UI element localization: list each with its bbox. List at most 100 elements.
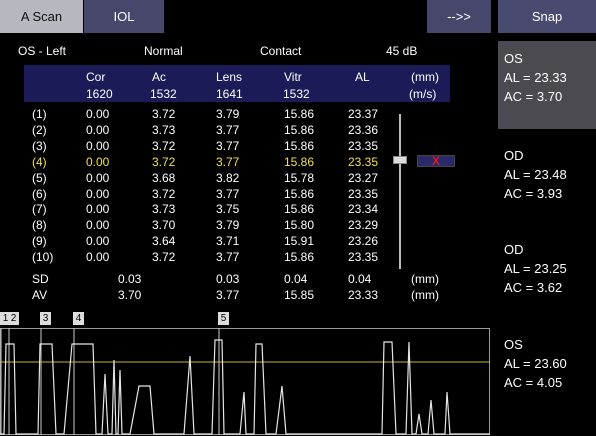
snapshot-eye: OD: [504, 242, 524, 257]
al-value: 23.37: [348, 107, 379, 121]
snapshot-al: AL = 23.25: [504, 261, 567, 276]
col-velocity-vitr: 1532: [283, 87, 310, 101]
cor-value: 0.00: [86, 218, 110, 233]
vitr-value: 15.86: [284, 138, 315, 153]
row-index: (6): [32, 186, 47, 201]
snapshot-ac: AC = 3.62: [504, 280, 563, 295]
cor-value: 0.00: [86, 202, 110, 217]
snapshot-al: AL = 23.33: [504, 70, 567, 85]
ac-value: 3.72: [152, 186, 176, 201]
ac-value: 3.72: [152, 154, 176, 169]
snapshot-eye: OD: [504, 148, 524, 163]
snapshot-2[interactable]: OD AL = 23.48 AC = 3.93: [498, 138, 596, 226]
snapshot-3[interactable]: OD AL = 23.25 AC = 3.62: [498, 232, 596, 320]
snapshot-al: AL = 23.60: [504, 356, 567, 371]
vitr-value: 15.78: [284, 170, 315, 185]
col-header-lens: Lens: [216, 70, 243, 84]
tab-iol[interactable]: IOL: [84, 0, 164, 33]
sd-lens: 0.03: [216, 272, 240, 286]
mode-label: Normal: [144, 44, 183, 58]
row-selector-track: [399, 114, 401, 269]
sd-al: 0.04: [348, 272, 372, 286]
al-value: 23.35: [348, 250, 379, 265]
snapshot-ac: AC = 4.05: [504, 375, 563, 390]
ac-value: 3.72: [152, 250, 176, 265]
ac-value: 3.64: [152, 234, 176, 249]
lens-value: 3.75: [216, 202, 240, 217]
ac-value: 3.68: [152, 170, 176, 185]
cor-value: 0.00: [86, 138, 110, 153]
cor-value: 0.00: [86, 122, 110, 137]
vitr-value: 15.86: [284, 122, 315, 137]
ac-value: 3.72: [152, 107, 176, 121]
row-index: (4): [32, 154, 47, 169]
lens-value: 3.71: [216, 234, 240, 249]
a-scan-waveform[interactable]: [0, 322, 496, 436]
row-index: (2): [32, 122, 47, 137]
lens-value: 3.77: [216, 122, 240, 137]
col-header-al: AL: [355, 70, 370, 84]
col-header-unit: (mm): [411, 70, 439, 84]
ac-value: 3.73: [152, 202, 176, 217]
vitr-value: 15.86: [284, 250, 315, 265]
delete-measurement-button[interactable]: X: [417, 154, 455, 168]
snap-button[interactable]: Snap: [498, 0, 596, 33]
col-header-vitr: Vitr: [284, 70, 302, 84]
vitr-value: 15.80: [284, 218, 315, 233]
cor-value: 0.00: [86, 186, 110, 201]
snapshot-eye: OS: [504, 51, 523, 66]
lens-value: 3.82: [216, 170, 240, 185]
av-unit: (mm): [411, 288, 439, 302]
next-button[interactable]: -->>: [427, 0, 491, 33]
col-velocity-unit: (m/s): [409, 87, 437, 101]
probe-mode-label: Contact: [260, 44, 302, 58]
col-header-ac: Ac: [152, 70, 167, 84]
vitr-value: 15.86: [284, 202, 315, 217]
av-cor-ac: 3.70: [118, 288, 142, 302]
al-value: 23.35: [348, 138, 379, 153]
av-lens: 3.77: [216, 288, 240, 302]
tab-a-scan[interactable]: A Scan: [0, 0, 83, 33]
av-label: AV: [32, 288, 48, 302]
al-value: 23.36: [348, 122, 379, 137]
av-vitr: 15.85: [284, 288, 315, 302]
ac-value: 3.72: [152, 138, 176, 153]
al-value: 23.35: [348, 154, 379, 169]
cor-value: 0.00: [86, 170, 110, 185]
sd-label: SD: [32, 272, 49, 286]
snapshot-4[interactable]: OS AL = 23.60 AC = 4.05: [498, 327, 596, 415]
al-value: 23.27: [348, 170, 379, 185]
al-value: 23.26: [348, 234, 379, 249]
cor-value: 0.00: [86, 250, 110, 265]
row-selector-handle[interactable]: [393, 156, 407, 164]
lens-value: 3.79: [216, 107, 240, 121]
row-index: (1): [32, 107, 47, 121]
lens-value: 3.79: [216, 218, 240, 233]
vitr-value: 15.86: [284, 107, 315, 121]
al-value: 23.35: [348, 186, 379, 201]
snapshot-ac: AC = 3.70: [504, 89, 563, 104]
al-value: 23.29: [348, 218, 379, 233]
lens-value: 3.77: [216, 186, 240, 201]
vitr-value: 15.86: [284, 154, 315, 169]
snapshot-eye: OS: [504, 337, 523, 352]
lens-value: 3.77: [216, 138, 240, 153]
row-index: (10): [32, 250, 54, 265]
row-index: (9): [32, 234, 47, 249]
col-velocity-lens: 1641: [216, 87, 243, 101]
ac-value: 3.70: [152, 218, 176, 233]
snapshot-1[interactable]: OS AL = 23.33 AC = 3.70: [498, 41, 596, 129]
row-index: (3): [32, 138, 47, 153]
vitr-value: 15.86: [284, 186, 315, 201]
row-index: (8): [32, 218, 47, 233]
lens-value: 3.77: [216, 154, 240, 169]
col-header-cor: Cor: [86, 70, 106, 84]
ac-value: 3.73: [152, 122, 176, 137]
eye-side-label: OS - Left: [18, 44, 67, 58]
gain-label: 45 dB: [386, 44, 418, 58]
lens-value: 3.77: [216, 250, 240, 265]
cor-value: 0.00: [86, 234, 110, 249]
col-velocity-cor: 1620: [86, 87, 113, 101]
sd-cor-ac: 0.03: [118, 272, 142, 286]
vitr-value: 15.91: [284, 234, 315, 249]
